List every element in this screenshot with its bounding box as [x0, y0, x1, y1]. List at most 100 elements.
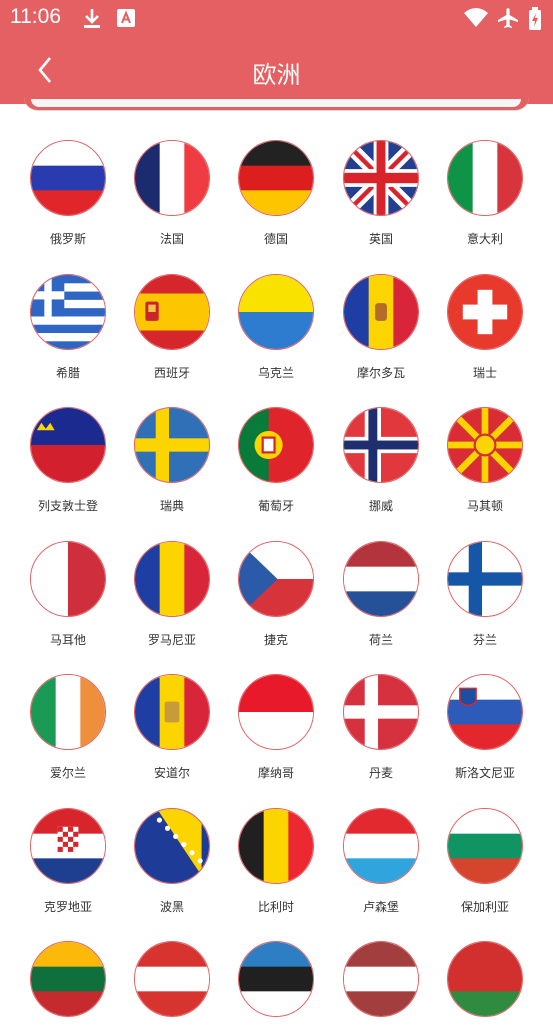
country-label: 瑞士	[472, 365, 497, 380]
country-label: 卢森堡	[362, 899, 399, 914]
country-label: 摩尔多瓦	[356, 365, 405, 380]
latvia-flag-icon	[343, 941, 419, 1017]
russia-flag-icon	[30, 140, 106, 216]
country-item[interactable]: 丹麦	[329, 674, 434, 781]
romania-flag-icon	[134, 540, 210, 617]
country-item[interactable]: 荷兰	[329, 540, 434, 648]
country-label: 安道尔	[153, 766, 190, 780]
country-label: 列支敦士登	[37, 499, 98, 513]
country-item[interactable]: 保加利亚	[433, 807, 538, 915]
country-item[interactable]	[329, 941, 434, 1031]
wifi-icon	[463, 7, 489, 33]
country-label: 比利时	[257, 899, 294, 914]
norway-flag-icon	[343, 407, 419, 483]
country-item[interactable]: 乌克兰	[224, 273, 329, 381]
country-item[interactable]: 英国	[329, 140, 434, 247]
spain-flag-icon	[134, 273, 210, 350]
country-label: 爱尔兰	[49, 766, 86, 780]
country-item[interactable]: 德国	[224, 140, 329, 247]
country-item[interactable]: 波黑	[120, 807, 225, 915]
status-time: 11:06	[10, 5, 61, 28]
country-item[interactable]: 斯洛文尼亚	[433, 674, 538, 781]
country-item[interactable]: 希腊	[16, 273, 121, 381]
country-item[interactable]: 法国	[120, 140, 225, 247]
macedonia-flag-icon	[447, 407, 523, 483]
country-item[interactable]: 瑞典	[120, 407, 225, 514]
country-item[interactable]: 葡萄牙	[224, 407, 329, 514]
country-item[interactable]	[433, 941, 538, 1031]
uk-flag-icon	[343, 140, 419, 216]
greece-flag-icon	[30, 273, 106, 350]
bosnia-flag-icon	[134, 807, 210, 884]
switzerland-flag-icon	[447, 273, 523, 350]
country-label: 波黑	[159, 899, 184, 914]
country-label: 德国	[263, 232, 288, 246]
country-item[interactable]: 意大利	[433, 140, 538, 247]
portugal-flag-icon	[238, 407, 314, 483]
country-label: 马其顿	[466, 499, 503, 513]
sweden-flag-icon	[134, 407, 210, 483]
status-bar: 11:06	[0, 0, 553, 38]
country-item[interactable]: 卢森堡	[329, 807, 434, 915]
liechtenstein-flag-icon	[30, 407, 106, 483]
country-label: 希腊	[55, 365, 80, 380]
country-item[interactable]: 克罗地亚	[16, 807, 121, 915]
luxembourg-flag-icon	[343, 807, 419, 884]
czech-flag-icon	[238, 540, 314, 617]
country-label: 挪威	[368, 499, 393, 513]
country-label: 克罗地亚	[43, 899, 92, 914]
country-item[interactable]: 马耳他	[16, 540, 121, 648]
netherlands-flag-icon	[343, 540, 419, 617]
country-label: 葡萄牙	[257, 499, 294, 513]
country-label: 英国	[368, 232, 393, 246]
country-item[interactable]: 捷克	[224, 540, 329, 648]
header-card-inner	[31, 99, 521, 107]
slovenia-flag-icon	[447, 674, 523, 750]
italy-flag-icon	[447, 140, 523, 216]
country-item[interactable]: 西班牙	[120, 273, 225, 381]
country-item[interactable]: 摩纳哥	[224, 674, 329, 781]
france-flag-icon	[134, 140, 210, 216]
ukraine-flag-icon	[238, 273, 314, 350]
country-item[interactable]: 安道尔	[120, 674, 225, 781]
germany-flag-icon	[238, 140, 314, 216]
app-store-icon	[116, 7, 136, 33]
country-label: 保加利亚	[460, 899, 509, 914]
country-label: 马耳他	[49, 632, 86, 647]
country-label: 瑞典	[159, 499, 184, 513]
country-label: 罗马尼亚	[147, 632, 196, 647]
download-icon	[82, 7, 102, 33]
country-item[interactable]: 挪威	[329, 407, 434, 514]
croatia-flag-icon	[30, 807, 106, 884]
country-item[interactable]: 罗马尼亚	[120, 540, 225, 648]
country-item[interactable]	[16, 941, 121, 1031]
country-item[interactable]: 摩尔多瓦	[329, 273, 434, 381]
country-label: 丹麦	[368, 766, 393, 780]
country-item[interactable]	[224, 941, 329, 1031]
country-label: 法国	[159, 232, 184, 246]
bulgaria-flag-icon	[447, 807, 523, 884]
country-label: 斯洛文尼亚	[454, 766, 515, 780]
country-item[interactable]: 爱尔兰	[16, 674, 121, 781]
country-item[interactable]: 瑞士	[433, 273, 538, 381]
country-item[interactable]: 芬兰	[433, 540, 538, 648]
country-label: 捷克	[263, 632, 288, 647]
country-label: 荷兰	[368, 632, 393, 647]
country-item[interactable]: 俄罗斯	[16, 140, 121, 247]
battery-charging-icon	[528, 7, 542, 35]
country-label: 意大利	[466, 232, 503, 246]
lithuania-flag-icon	[30, 941, 106, 1017]
ireland-flag-icon	[30, 674, 106, 750]
country-item[interactable]: 比利时	[224, 807, 329, 915]
denmark-flag-icon	[343, 674, 419, 750]
malta-flag-icon	[30, 540, 106, 617]
country-item[interactable]: 马其顿	[433, 407, 538, 514]
country-label: 摩纳哥	[257, 766, 294, 780]
belarus-flag-icon	[447, 941, 523, 1017]
monaco-flag-icon	[238, 674, 314, 750]
andorra-flag-icon	[134, 674, 210, 750]
austria-flag-icon	[134, 941, 210, 1017]
country-item[interactable]: 列支敦士登	[16, 407, 121, 514]
page-title: 欧洲	[252, 61, 301, 89]
country-item[interactable]	[120, 941, 225, 1031]
